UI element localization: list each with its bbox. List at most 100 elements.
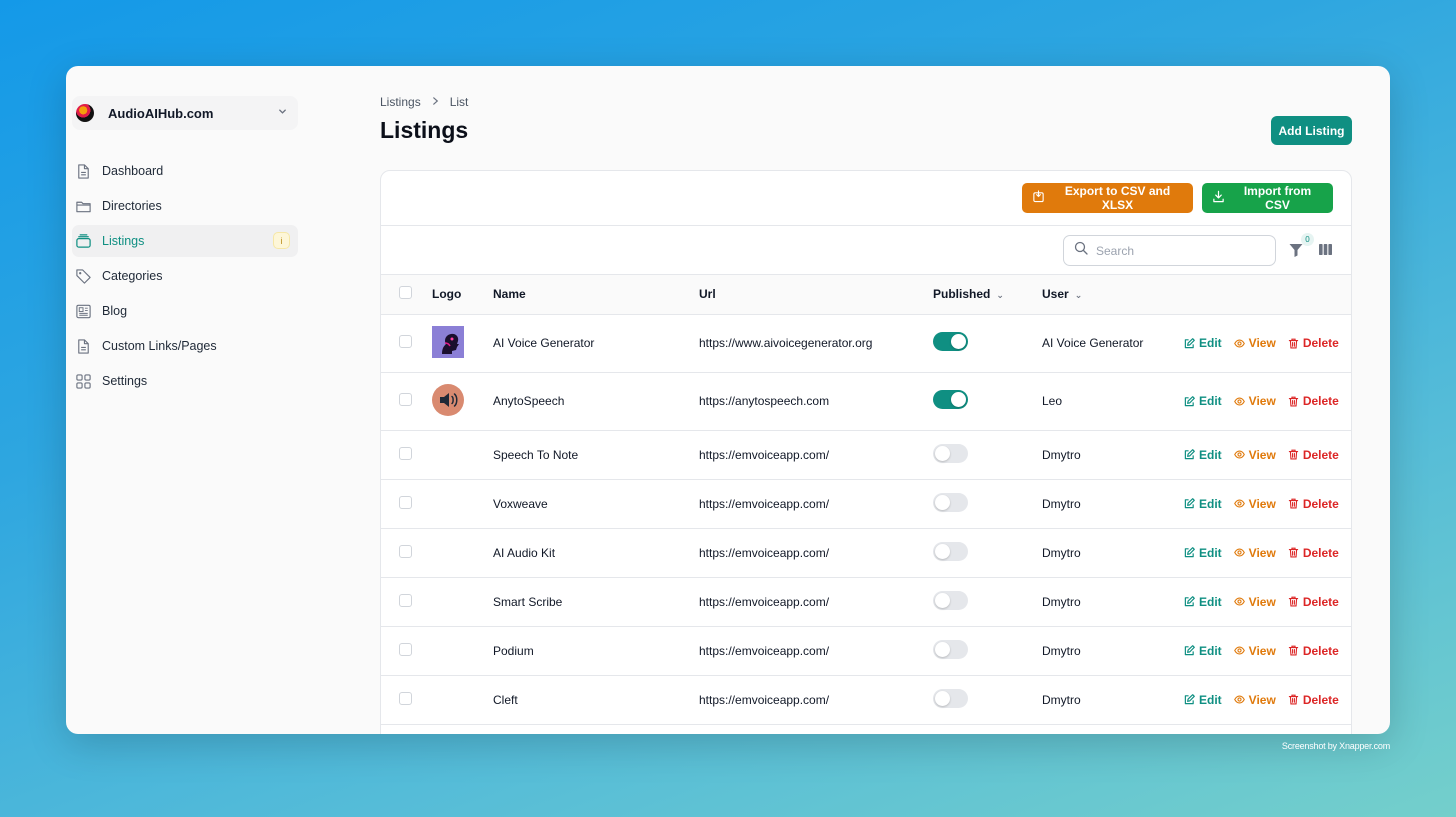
trash-icon xyxy=(1288,547,1298,558)
eye-icon xyxy=(1233,338,1245,348)
delete-button[interactable]: Delete xyxy=(1288,497,1339,511)
view-button[interactable]: View xyxy=(1233,644,1276,658)
eye-icon xyxy=(1233,499,1245,508)
table-row: Cleft https://emvoiceapp.com/Dmytro Edit Vi… xyxy=(381,675,1351,725)
view-button[interactable]: View xyxy=(1233,546,1276,560)
edit-button[interactable]: Edit xyxy=(1184,546,1222,560)
published-toggle[interactable] xyxy=(933,443,968,463)
delete-label: Delete xyxy=(1302,336,1339,350)
listing-name[interactable]: Speech To Note xyxy=(493,430,699,480)
header-published[interactable]: Published ⌄ xyxy=(933,275,1042,315)
filter-count-badge: 0 xyxy=(1301,233,1314,246)
view-button[interactable]: View xyxy=(1233,448,1276,462)
view-button[interactable]: View xyxy=(1233,692,1276,707)
delete-button[interactable]: Delete xyxy=(1288,394,1339,408)
listing-name[interactable]: Cleft xyxy=(493,675,699,725)
listing-name[interactable]: AI Audio Kit xyxy=(493,528,699,578)
edit-icon xyxy=(1184,449,1195,460)
published-toggle[interactable] xyxy=(933,332,968,351)
breadcrumb-listings[interactable]: Listings xyxy=(380,95,421,109)
header-user[interactable]: User ⌄ xyxy=(1042,275,1184,315)
row-checkbox[interactable] xyxy=(399,393,412,406)
delete-button[interactable]: Delete xyxy=(1288,546,1339,560)
search-box[interactable] xyxy=(1063,235,1276,266)
sidebar-item-label: Custom Links/Pages xyxy=(102,339,217,353)
view-button[interactable]: View xyxy=(1233,336,1276,350)
row-checkbox[interactable] xyxy=(399,544,412,558)
eye-icon xyxy=(1233,450,1245,459)
view-button[interactable]: View xyxy=(1233,394,1276,408)
info-badge: i xyxy=(273,232,290,249)
listing-url: https://emvoiceapp.com/ xyxy=(699,577,933,627)
listing-name[interactable]: AI Voice Generator xyxy=(493,314,699,373)
delete-button[interactable]: Delete xyxy=(1288,336,1339,350)
published-toggle[interactable] xyxy=(933,639,968,659)
edit-button[interactable]: Edit xyxy=(1184,394,1222,408)
sidebar-item-settings[interactable]: Settings xyxy=(72,365,298,397)
published-toggle[interactable] xyxy=(933,492,968,512)
edit-button[interactable]: Edit xyxy=(1184,595,1222,609)
edit-button[interactable]: Edit xyxy=(1184,448,1222,462)
delete-label: Delete xyxy=(1302,496,1339,511)
sidebar-item-custom-links[interactable]: Custom Links/Pages xyxy=(72,330,298,362)
sidebar-item-blog[interactable]: Blog xyxy=(72,295,298,327)
header-published-label: Published xyxy=(933,287,991,302)
edit-icon xyxy=(1184,395,1195,406)
row-checkbox[interactable] xyxy=(399,335,412,348)
listing-url: https://emvoiceapp.com/ xyxy=(699,430,933,480)
row-checkbox[interactable] xyxy=(399,446,412,460)
listing-name[interactable]: Smart Scribe xyxy=(493,577,699,627)
search-input[interactable] xyxy=(1096,243,1256,258)
listing-user: Leo xyxy=(1042,372,1184,431)
site-switcher[interactable]: AudioAIHub.com xyxy=(72,96,298,130)
listing-name[interactable]: Voxweave xyxy=(493,479,699,529)
published-toggle[interactable] xyxy=(933,390,968,409)
view-button[interactable]: View xyxy=(1233,595,1276,609)
row-checkbox[interactable] xyxy=(399,691,412,705)
sidebar-item-directories[interactable]: Directories xyxy=(72,190,298,222)
published-toggle[interactable] xyxy=(933,541,968,561)
trash-icon xyxy=(1288,498,1298,509)
listing-url: https://anytospeech.com xyxy=(699,372,933,431)
columns-icon[interactable] xyxy=(1318,242,1333,257)
row-checkbox[interactable] xyxy=(399,593,412,607)
listing-name[interactable]: AnytoSpeech xyxy=(493,372,699,431)
sidebar-item-categories[interactable]: Categories xyxy=(72,260,298,292)
published-toggle[interactable] xyxy=(933,590,968,610)
filter-icon[interactable] xyxy=(1288,242,1304,258)
import-button[interactable]: Import from CSV xyxy=(1202,183,1333,213)
edit-button[interactable]: Edit xyxy=(1184,644,1222,658)
sidebar-item-label: Listings xyxy=(102,234,145,248)
edit-icon xyxy=(1184,498,1195,509)
delete-button[interactable]: Delete xyxy=(1288,693,1339,707)
table-row: Speech To Note https://emvoiceapp.com/Dmy… xyxy=(381,430,1351,480)
row-checkbox[interactable] xyxy=(399,495,412,509)
delete-button[interactable]: Delete xyxy=(1288,644,1339,658)
export-button[interactable]: Export to CSV and XLSX xyxy=(1022,183,1193,213)
published-toggle[interactable] xyxy=(933,688,968,708)
sidebar-item-listings[interactable]: Listings i xyxy=(72,225,298,257)
edit-icon xyxy=(1184,547,1195,558)
add-listing-button[interactable]: Add Listing xyxy=(1271,116,1352,145)
trash-icon xyxy=(1288,694,1298,705)
app-window: AudioAIHub.com Dashboard Directories Lis… xyxy=(66,66,1390,734)
listing-name[interactable]: Podium xyxy=(493,626,699,676)
view-label: View xyxy=(1248,692,1276,707)
sidebar-item-dashboard[interactable]: Dashboard xyxy=(72,155,298,187)
row-checkbox[interactable] xyxy=(399,642,412,656)
edit-button[interactable]: Edit xyxy=(1184,497,1222,511)
view-label: View xyxy=(1248,496,1276,511)
edit-button[interactable]: Edit xyxy=(1184,693,1222,707)
edit-button[interactable]: Edit xyxy=(1184,336,1222,350)
delete-button[interactable]: Delete xyxy=(1288,595,1339,609)
trash-icon xyxy=(1288,338,1298,348)
delete-button[interactable]: Delete xyxy=(1288,448,1339,462)
select-all-checkbox[interactable] xyxy=(399,286,412,300)
row-actions: Edit View Delete xyxy=(1184,693,1351,707)
card-actions: Export to CSV and XLSX Import from CSV xyxy=(381,171,1351,226)
edit-icon xyxy=(1184,596,1195,607)
delete-label: Delete xyxy=(1302,692,1339,707)
view-button[interactable]: View xyxy=(1233,496,1276,511)
table-row: AI Voice Generator https://www.aivoicegen… xyxy=(381,314,1351,373)
chevron-down-icon: ⌄ xyxy=(1074,290,1083,301)
